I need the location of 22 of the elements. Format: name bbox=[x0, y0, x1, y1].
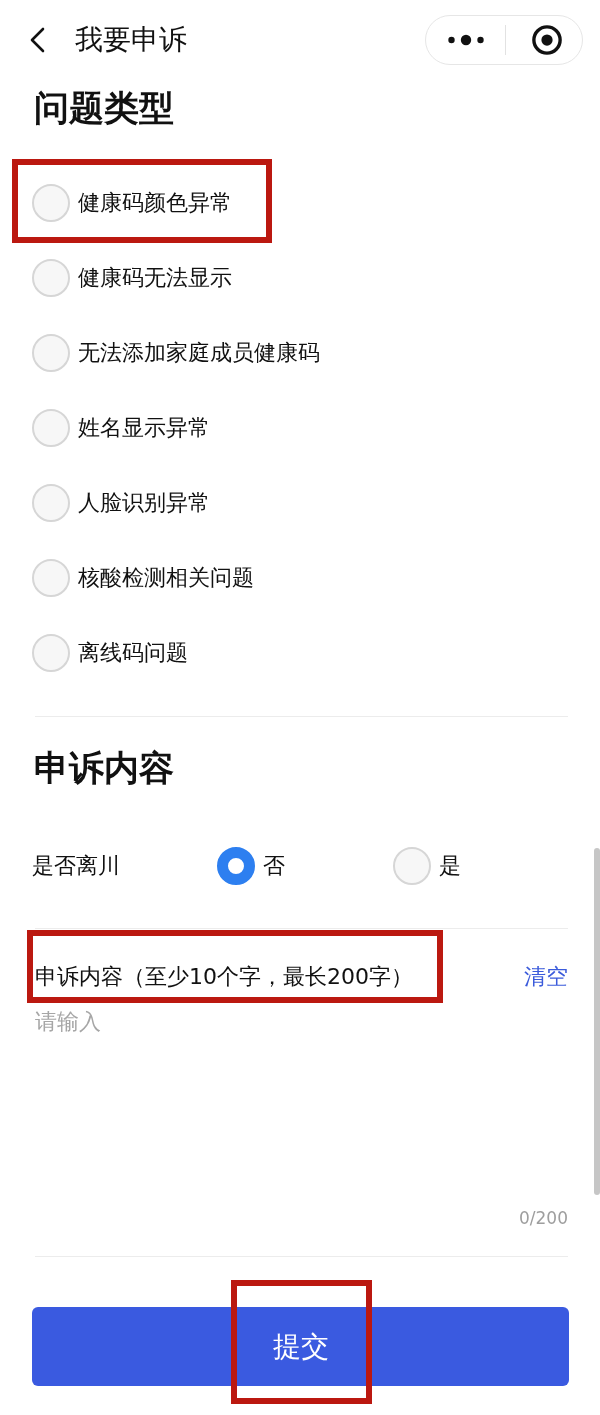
text-area[interactable]: 请输入 bbox=[35, 1008, 568, 1198]
radio-icon[interactable] bbox=[217, 846, 255, 885]
radio-option[interactable]: 健康码无法显示 bbox=[32, 259, 232, 297]
radio-option[interactable]: 人脸识别异常 bbox=[32, 484, 210, 522]
back-icon[interactable] bbox=[28, 27, 46, 53]
clear-link[interactable]: 清空 bbox=[524, 963, 568, 991]
ring-dot-icon[interactable] bbox=[532, 25, 562, 55]
field-label: 申诉内容（至少10个字，最长200字） bbox=[35, 963, 413, 991]
more-icon[interactable] bbox=[448, 34, 484, 46]
page-title: 我要申诉 bbox=[75, 22, 187, 58]
field-label: 是否离川 bbox=[32, 851, 121, 880]
radio-option[interactable]: 否 bbox=[217, 846, 285, 885]
radio-option[interactable]: 姓名显示异常 bbox=[32, 409, 210, 447]
submit-button[interactable]: 提交 bbox=[32, 1307, 569, 1386]
radio-option[interactable]: 离线码问题 bbox=[32, 634, 188, 672]
radio-option[interactable]: 无法添加家庭成员健康码 bbox=[32, 334, 320, 372]
section-heading: 申诉内容 bbox=[33, 747, 174, 790]
radio-option[interactable]: 是 bbox=[393, 846, 461, 885]
character-counter: 0/200 bbox=[519, 1207, 568, 1229]
section-heading: 问题类型 bbox=[33, 87, 174, 130]
radio-option[interactable]: 健康码颜色异常 bbox=[32, 184, 232, 222]
radio-option[interactable]: 核酸检测相关问题 bbox=[32, 559, 254, 597]
